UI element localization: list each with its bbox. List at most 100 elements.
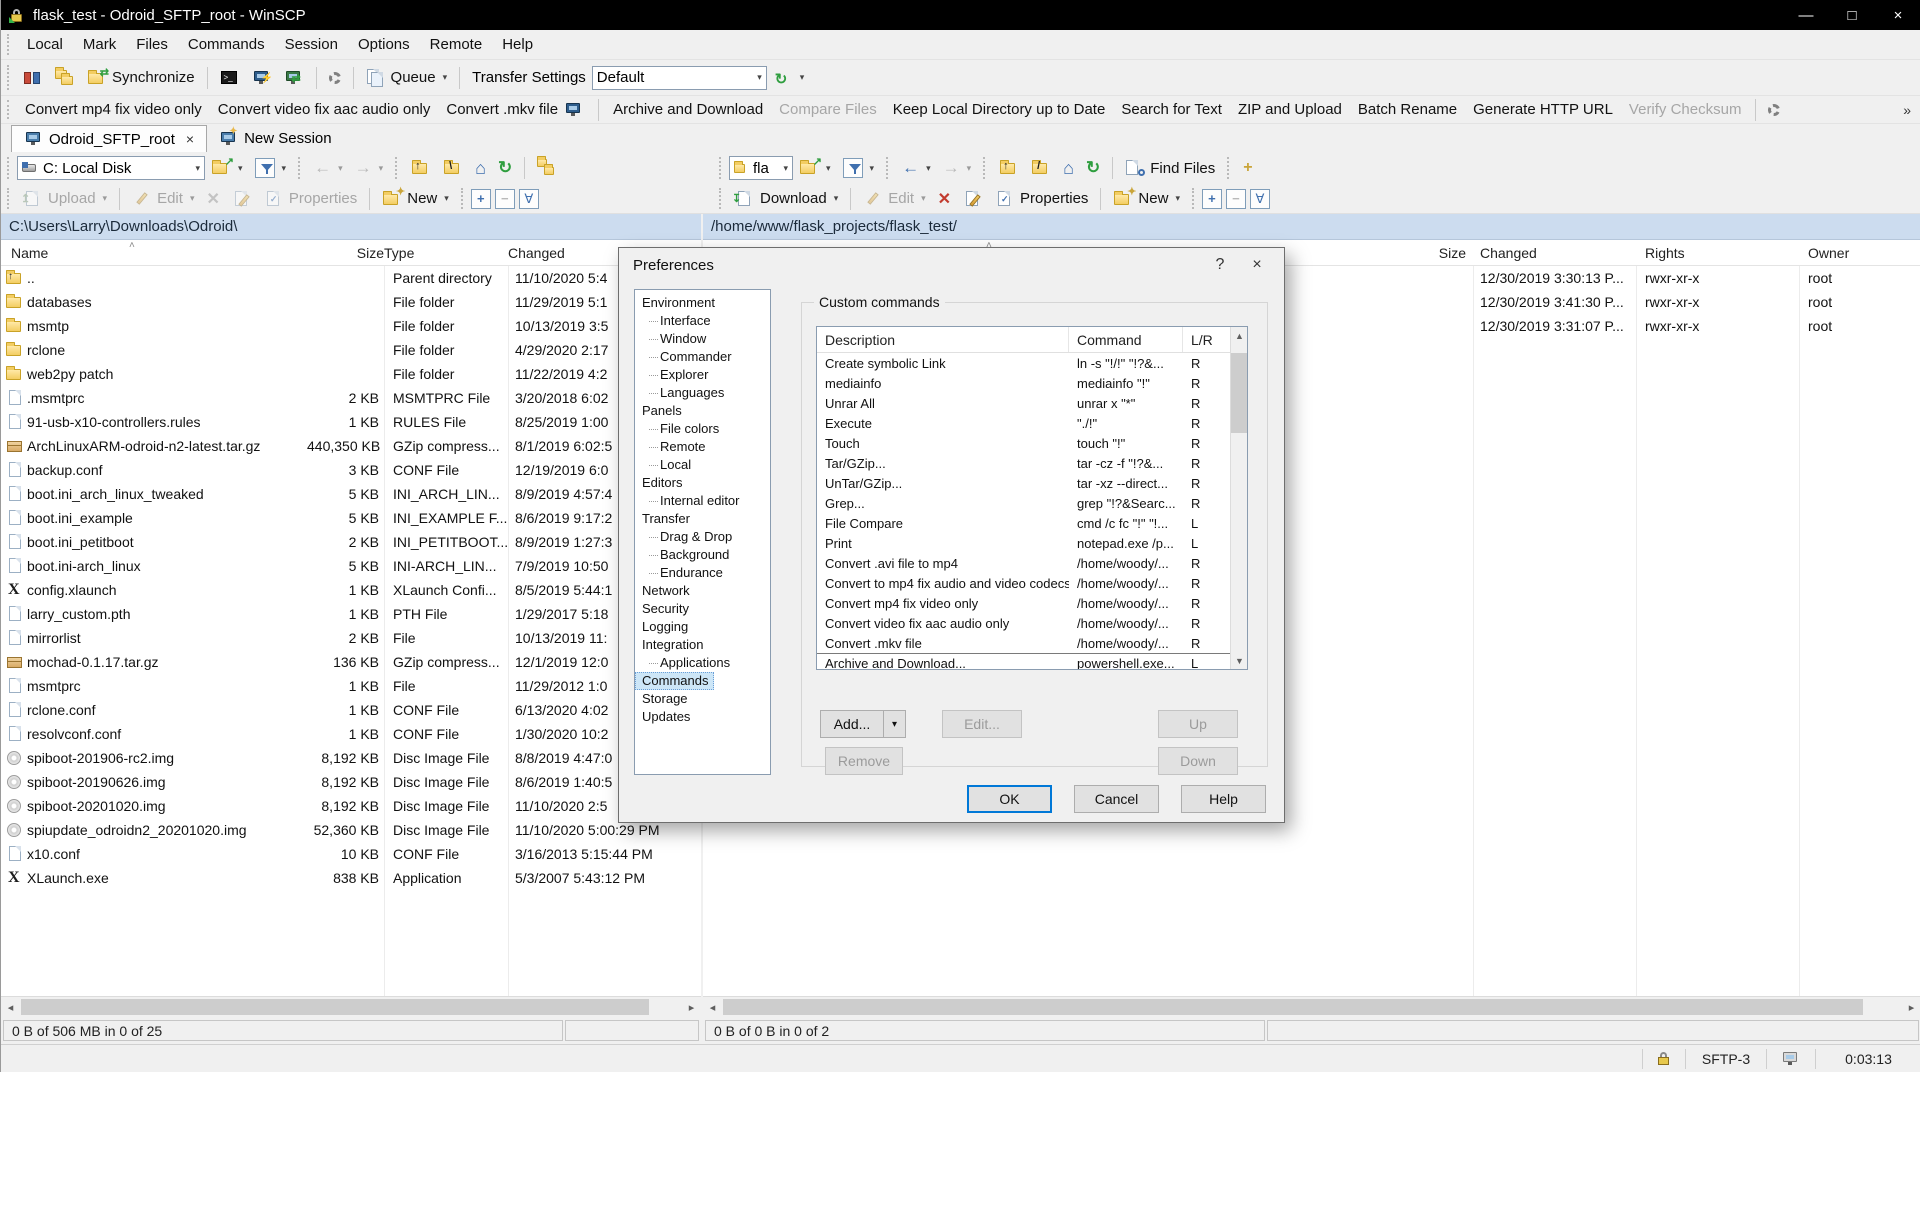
dialog-close-icon[interactable]: × [1242, 252, 1272, 278]
tree-item-languages[interactable]: Languages [635, 384, 770, 402]
table-row[interactable]: ArchLinuxARM-odroid-n2-latest.tar.gz440,… [1, 434, 701, 458]
tree-item-environment[interactable]: Environment [635, 294, 770, 312]
custom-command-row[interactable]: Unrar Allunrar x "*"R [817, 393, 1247, 413]
gear-icon[interactable] [1762, 101, 1786, 119]
close-button[interactable]: × [1875, 0, 1920, 30]
column-header-type[interactable]: Type [384, 242, 508, 264]
remote-select-icon[interactable]: + [1202, 189, 1222, 209]
transfer-settings-label[interactable]: Transfer Settings [466, 69, 592, 86]
help-button[interactable]: Help [1181, 785, 1266, 813]
table-row[interactable]: databasesFile folder11/29/2019 5:1 [1, 290, 701, 314]
local-horizontal-scrollbar[interactable]: ◂▸ [1, 996, 701, 1017]
table-row[interactable]: boot.ini-arch_linux5 KBINI-ARCH_LIN...7/… [1, 554, 701, 578]
console-icon[interactable]: >_ [214, 66, 246, 90]
table-row[interactable]: msmtprc1 KBFile11/29/2012 1:0 [1, 674, 701, 698]
table-row[interactable]: Xconfig.xlaunch1 KBXLaunch Confi...8/5/2… [1, 578, 701, 602]
session-console-icon[interactable] [1781, 1050, 1801, 1068]
column-header-owner[interactable]: Owner [1801, 242, 1920, 264]
tree-item-internal-editor[interactable]: Internal editor [635, 492, 770, 510]
remote-properties-button[interactable]: ✓Properties [989, 187, 1094, 211]
local-properties-button[interactable]: ✓Properties [258, 187, 363, 211]
custom-command-row[interactable]: Grep...grep "!?&Searc...R [817, 493, 1247, 513]
remote-forward-icon[interactable]: →▾ [937, 155, 978, 181]
add-bookmark-icon[interactable]: + [1237, 156, 1258, 180]
tree-item-file-colors[interactable]: File colors [635, 420, 770, 438]
upload-button[interactable]: ↥Upload▾ [17, 187, 113, 211]
custom-command-search-for-text[interactable]: Search for Text [1113, 99, 1230, 120]
local-new-button[interactable]: ✦New▾ [376, 187, 455, 211]
tab-odroid-sftp-root[interactable]: Odroid_SFTP_root × [11, 125, 207, 152]
menu-item-remote[interactable]: Remote [420, 32, 493, 57]
table-row[interactable]: mirrorlist2 KBFile10/13/2019 11: [1, 626, 701, 650]
custom-command-archive-and-download[interactable]: Archive and Download [605, 99, 771, 120]
table-row[interactable]: msmtpFile folder10/13/2019 3:5 [1, 314, 701, 338]
table-row[interactable]: XXLaunch.exe838 KBApplication5/3/2007 5:… [1, 866, 701, 890]
tab-new-session[interactable]: ✦ New Session [207, 125, 344, 152]
custom-command-row[interactable]: Convert mp4 fix video only/home/woody/..… [817, 593, 1247, 613]
tree-item-commander[interactable]: Commander [635, 348, 770, 366]
custom-command-row[interactable]: Convert to mp4 fix audio and video codec… [817, 573, 1247, 593]
tree-item-transfer[interactable]: Transfer [635, 510, 770, 528]
local-forward-icon[interactable]: →▾ [349, 155, 390, 181]
custom-command-convert-mp4-fix-video-only[interactable]: Convert mp4 fix video only [17, 99, 210, 120]
transfer-settings-combo[interactable]: Default▾ [592, 66, 767, 90]
custom-command-row[interactable]: Archive and Download...powershell.exe...… [817, 653, 1247, 670]
sync-panels-icon[interactable] [17, 66, 49, 90]
menu-item-commands[interactable]: Commands [178, 32, 275, 57]
custom-command-zip-and-upload[interactable]: ZIP and Upload [1230, 99, 1350, 120]
synchronize-button[interactable]: ⇄Synchronize [81, 66, 201, 90]
table-row[interactable]: mochad-0.1.17.tar.gz136 KBGZip compress.… [1, 650, 701, 674]
preferences-gear-icon[interactable] [323, 69, 347, 87]
table-row[interactable]: ..Parent directory11/10/2020 5:4 [1, 266, 701, 290]
table-row[interactable]: spiboot-201906-rc2.img8,192 KBDisc Image… [1, 746, 701, 770]
custom-command-verify-checksum[interactable]: Verify Checksum [1621, 99, 1750, 120]
table-row[interactable]: x10.conf10 KBCONF File3/16/2013 5:15:44 … [1, 842, 701, 866]
remote-rename-icon[interactable] [957, 187, 989, 211]
remote-horizontal-scrollbar[interactable]: ◂▸ [703, 996, 1920, 1017]
tree-item-explorer[interactable]: Explorer [635, 366, 770, 384]
tree-item-integration[interactable]: Integration [635, 636, 770, 654]
maximize-button[interactable]: □ [1829, 0, 1875, 30]
local-rename-icon[interactable] [226, 187, 258, 211]
column-header-name[interactable]: Name [1, 242, 307, 264]
remove-button[interactable]: Remove [825, 747, 903, 775]
tree-item-window[interactable]: Window [635, 330, 770, 348]
local-back-icon[interactable]: ←▾ [308, 155, 349, 181]
remote-root-directory-icon[interactable]: / [1025, 156, 1057, 180]
cancel-button[interactable]: Cancel [1074, 785, 1159, 813]
local-home-directory-icon[interactable]: ⌂ [469, 155, 492, 182]
tree-item-endurance[interactable]: Endurance [635, 564, 770, 582]
transfer-options-icon[interactable]: ↻▾ [767, 66, 811, 90]
up-button[interactable]: Up [1158, 710, 1238, 738]
local-drive-combo[interactable]: C: Local Disk▾ [17, 156, 205, 180]
custom-command-convert-video-fix-aac-audio-only[interactable]: Convert video fix aac audio only [210, 99, 439, 120]
local-select-all-icon[interactable]: ∀ [519, 189, 539, 209]
custom-command-row[interactable]: Printnotepad.exe /p...L [817, 533, 1247, 553]
column-header-lr[interactable]: L/R [1183, 327, 1229, 352]
tree-item-commands[interactable]: Commands [635, 672, 714, 690]
table-row[interactable]: boot.ini_petitboot2 KBINI_PETITBOOT...8/… [1, 530, 701, 554]
remote-refresh-icon[interactable]: ↻ [1080, 155, 1106, 181]
download-button[interactable]: ↧Download▾ [729, 187, 844, 211]
table-row[interactable]: rclone.conf1 KBCONF File6/13/2020 4:02 [1, 698, 701, 722]
ok-button[interactable]: OK [967, 785, 1052, 813]
local-delete-icon[interactable]: ✕ [200, 186, 225, 212]
custom-command-row[interactable]: Convert .avi file to mp4/home/woody/...R [817, 553, 1247, 573]
open-in-putty-icon[interactable]: ⚡ [246, 66, 278, 90]
tree-item-panels[interactable]: Panels [635, 402, 770, 420]
menu-item-mark[interactable]: Mark [73, 32, 126, 57]
tree-item-remote[interactable]: Remote [635, 438, 770, 456]
remote-open-directory-icon[interactable]: ↗▾ [793, 156, 837, 180]
table-row[interactable]: boot.ini_arch_linux_tweaked5 KBINI_ARCH_… [1, 482, 701, 506]
custom-command-row[interactable]: Touchtouch "!"R [817, 433, 1247, 453]
custom-command-row[interactable]: Create symbolic Linkln -s "!/!" "!?&...R [817, 353, 1247, 373]
tab-close-icon[interactable]: × [186, 131, 194, 147]
tree-item-background[interactable]: Background [635, 546, 770, 564]
local-open-directory-icon[interactable]: ↗▾ [205, 156, 249, 180]
local-path-bar[interactable]: C:\Users\Larry\Downloads\Odroid\ [1, 214, 701, 240]
custom-command-row[interactable]: Tar/GZip...tar -cz -f "!?&...R [817, 453, 1247, 473]
table-row[interactable]: larry_custom.pth1 KBPTH File1/29/2017 5:… [1, 602, 701, 626]
remote-unselect-icon[interactable]: − [1226, 189, 1246, 209]
custom-command-row[interactable]: File Comparecmd /c fc "!" "!...L [817, 513, 1247, 533]
remote-path-bar[interactable]: /home/www/flask_projects/flask_test/ [703, 214, 1920, 240]
